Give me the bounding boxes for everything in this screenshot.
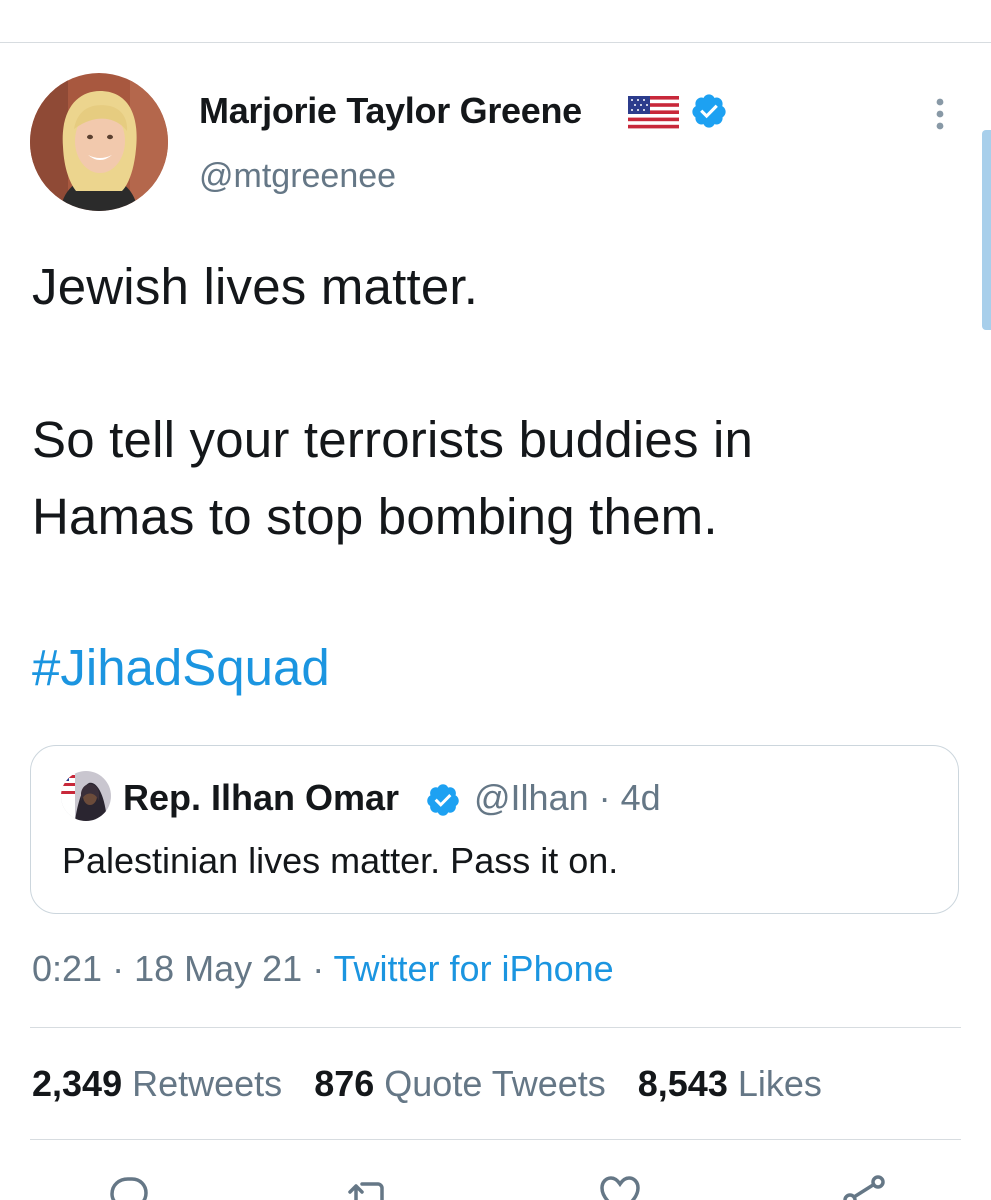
quoted-author-handle-time: @Ilhan · 4d <box>474 777 661 818</box>
likes-stat[interactable]: 8,543 Likes <box>638 1063 822 1104</box>
quoted-tweet-card[interactable]: Rep. Ilhan Omar @Ilhan · 4d Palestinian … <box>30 745 959 914</box>
retweet-icon[interactable] <box>346 1172 390 1200</box>
tweet-source-link[interactable]: Twitter for iPhone <box>334 948 614 989</box>
quoted-author-avatar[interactable] <box>61 771 111 821</box>
meta-separator: · <box>102 948 135 989</box>
verified-badge-icon <box>427 784 459 816</box>
meta-separator: · <box>302 948 334 989</box>
tweet-text-line: Jewish lives matter. <box>32 258 479 315</box>
quote-tweets-stat[interactable]: 876 Quote Tweets <box>314 1063 606 1104</box>
likes-count: 8,543 <box>637 1063 728 1104</box>
quoted-author-name[interactable]: Rep. Ilhan Omar <box>123 777 399 819</box>
scroll-indicator[interactable] <box>982 130 991 330</box>
retweets-label: Retweets <box>132 1063 283 1104</box>
like-icon[interactable] <box>598 1172 642 1200</box>
top-divider <box>0 42 991 43</box>
quote-tweets-count: 876 <box>314 1063 375 1104</box>
quoted-tweet-text: Palestinian lives matter. Pass it on. <box>62 840 619 881</box>
retweets-stat[interactable]: 2,349 Retweets <box>32 1063 282 1104</box>
likes-label: Likes <box>737 1063 822 1104</box>
retweets-count: 2,349 <box>32 1063 123 1104</box>
us-flag-icon <box>628 96 679 132</box>
tweet-text-line: So tell your terrorists buddies in <box>32 411 754 468</box>
tweet-text-line: Hamas to stop bombing them. <box>32 488 718 545</box>
author-avatar[interactable] <box>30 73 168 211</box>
tweet-meta: 0:21 · 18 May 21 · Twitter for iPhone <box>32 948 614 990</box>
tweet-stats: 2,349 Retweets 876 Quote Tweets 8,543 Like… <box>32 1063 822 1105</box>
share-icon[interactable] <box>842 1172 886 1200</box>
author-name[interactable]: Marjorie Taylor Greene <box>199 90 582 132</box>
tweet-time: 0:21 <box>32 948 103 989</box>
reply-icon[interactable] <box>106 1172 150 1200</box>
quote-tweets-label: Quote Tweets <box>384 1063 606 1104</box>
author-handle[interactable]: @mtgreenee <box>199 157 396 196</box>
tweet-date: 18 May 21 <box>134 948 303 989</box>
divider <box>30 1027 961 1028</box>
hashtag-link[interactable]: #JihadSquad <box>32 638 330 697</box>
more-options-icon[interactable] <box>930 96 950 136</box>
verified-badge-icon <box>692 94 726 128</box>
divider <box>30 1139 961 1140</box>
